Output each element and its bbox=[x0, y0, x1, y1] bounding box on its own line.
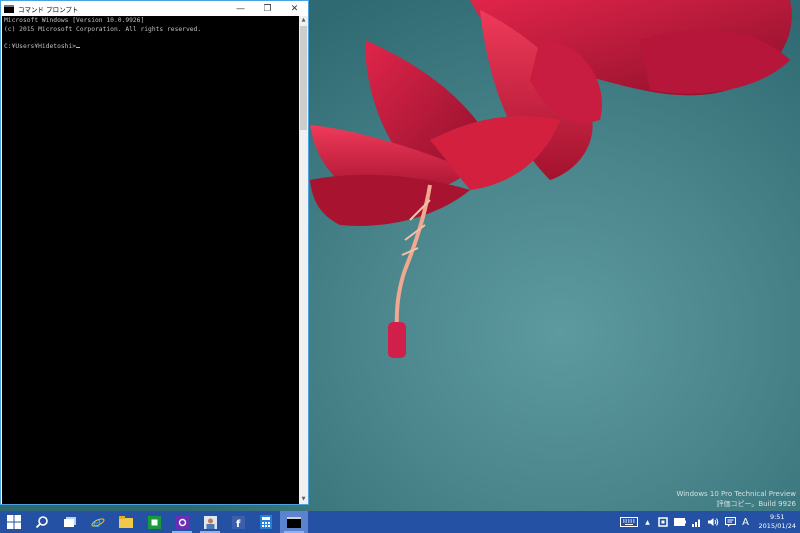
window-titlebar[interactable]: コマンド プロンプト — ❐ ✕ bbox=[1, 1, 308, 16]
search-button[interactable] bbox=[28, 511, 56, 533]
chevron-up-icon: ▲ bbox=[645, 518, 650, 526]
show-hidden-icons-button[interactable]: ▲ bbox=[641, 511, 655, 533]
taskbar-file-explorer[interactable] bbox=[112, 511, 140, 533]
command-prompt-icon bbox=[4, 4, 14, 13]
calculator-icon bbox=[260, 515, 272, 529]
file-explorer-icon bbox=[119, 516, 133, 528]
task-view-button[interactable] bbox=[56, 511, 84, 533]
command-prompt-icon bbox=[287, 516, 301, 528]
svg-text:e: e bbox=[93, 516, 101, 529]
os-watermark: Windows 10 Pro Technical Preview 評価コピー。B… bbox=[676, 489, 796, 509]
keyboard-icon bbox=[619, 517, 638, 527]
clock-time: 9:51 bbox=[769, 513, 785, 521]
volume-icon bbox=[707, 518, 718, 526]
taskbar-settings[interactable] bbox=[168, 511, 196, 533]
action-center-button[interactable] bbox=[722, 511, 739, 533]
windows-start-icon bbox=[7, 515, 21, 529]
tray-app-icon bbox=[657, 517, 668, 527]
network-icon bbox=[691, 519, 700, 527]
settings-icon bbox=[175, 515, 189, 529]
notification-icon bbox=[724, 517, 736, 527]
console-output[interactable]: Microsoft Windows [Version 10.0.9926] (c)… bbox=[2, 16, 300, 504]
svg-text:f: f bbox=[236, 519, 241, 529]
window-title: コマンド プロンプト bbox=[18, 5, 79, 14]
taskbar-command-prompt[interactable] bbox=[280, 511, 308, 533]
network-button[interactable] bbox=[689, 511, 705, 533]
console-prompt-line: C:¥Users¥Hidetoshi> bbox=[4, 43, 298, 52]
taskbar-store[interactable] bbox=[140, 511, 168, 533]
vertical-scrollbar[interactable]: ▲ ▼ bbox=[299, 16, 308, 504]
start-button[interactable] bbox=[0, 511, 28, 533]
ime-mode-label: A bbox=[742, 516, 749, 528]
scroll-up-icon[interactable]: ▲ bbox=[299, 16, 308, 25]
taskbar-photo-app[interactable] bbox=[196, 511, 224, 533]
photo-app-icon bbox=[203, 515, 217, 529]
store-icon bbox=[147, 515, 161, 529]
command-prompt-window[interactable]: コマンド プロンプト — ❐ ✕ Microsoft Windows [Vers… bbox=[0, 0, 309, 505]
tray-app-button[interactable] bbox=[655, 511, 671, 533]
taskbar: e f ▲ A 9:51 2015/01/24 bbox=[0, 511, 800, 533]
restore-button[interactable]: ❐ bbox=[254, 1, 281, 16]
taskbar-internet-explorer[interactable]: e bbox=[84, 511, 112, 533]
console-line: (c) 2015 Microsoft Corporation. All righ… bbox=[4, 25, 202, 33]
task-view-icon bbox=[64, 517, 76, 527]
scroll-down-icon[interactable]: ▼ bbox=[299, 495, 308, 504]
minimize-button[interactable]: — bbox=[227, 1, 254, 16]
close-button[interactable]: ✕ bbox=[281, 1, 308, 16]
battery-icon bbox=[673, 518, 686, 526]
console-line: Microsoft Windows [Version 10.0.9926] bbox=[4, 17, 145, 24]
taskbar-calculator[interactable] bbox=[252, 511, 280, 533]
text-cursor bbox=[76, 46, 81, 48]
volume-button[interactable] bbox=[705, 511, 722, 533]
watermark-build: 評価コピー。Build 9926 bbox=[716, 500, 796, 508]
internet-explorer-icon: e bbox=[91, 516, 105, 529]
search-icon bbox=[35, 516, 48, 529]
facebook-icon: f bbox=[231, 515, 245, 529]
system-tray: ▲ A 9:51 2015/01/24 bbox=[617, 511, 800, 533]
clock[interactable]: 9:51 2015/01/24 bbox=[753, 513, 800, 531]
watermark-edition: Windows 10 Pro Technical Preview bbox=[676, 490, 796, 498]
taskbar-facebook[interactable]: f bbox=[224, 511, 252, 533]
window-controls: — ❐ ✕ bbox=[227, 1, 308, 16]
scroll-thumb[interactable] bbox=[300, 26, 307, 130]
touch-keyboard-button[interactable] bbox=[617, 511, 641, 533]
battery-button[interactable] bbox=[671, 511, 689, 533]
ime-mode-button[interactable]: A bbox=[739, 511, 753, 533]
console-prompt: C:¥Users¥Hidetoshi> bbox=[4, 42, 77, 50]
clock-date: 2015/01/24 bbox=[758, 522, 796, 530]
